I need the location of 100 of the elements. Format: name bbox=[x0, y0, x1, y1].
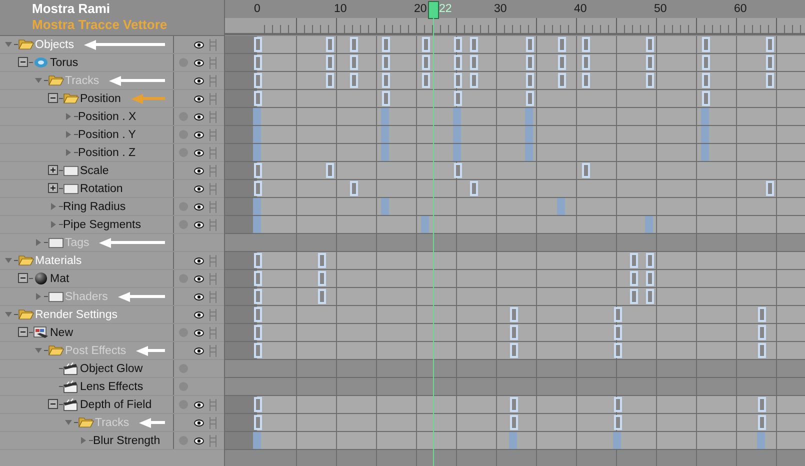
eye-icon[interactable] bbox=[194, 310, 204, 318]
keyframe-marker[interactable] bbox=[582, 37, 590, 52]
timeline-toggle-icon[interactable] bbox=[209, 398, 218, 410]
tree-item-label[interactable]: Position bbox=[80, 92, 121, 104]
keyframe-marker[interactable] bbox=[350, 55, 358, 70]
keyframe-marker[interactable] bbox=[614, 307, 622, 322]
keyframe-marker[interactable] bbox=[254, 343, 262, 358]
tree-row[interactable]: Ring Radius bbox=[0, 198, 224, 216]
timeline-toggle-icon[interactable] bbox=[209, 254, 218, 266]
expand-icon[interactable] bbox=[48, 165, 59, 176]
keyframe-marker[interactable] bbox=[254, 73, 262, 88]
keyframe-marker[interactable] bbox=[254, 55, 262, 70]
tree-item-label[interactable]: Scale bbox=[80, 164, 109, 176]
keyframe-marker[interactable] bbox=[558, 73, 566, 88]
tree-item-label[interactable]: Lens Effects bbox=[80, 380, 144, 392]
tree-item-label[interactable]: Depth of Field bbox=[80, 398, 152, 410]
tree-row[interactable]: Blur Strength bbox=[0, 432, 224, 450]
tree-row[interactable]: Lens Effects bbox=[0, 378, 224, 396]
timeline-toggle-icon[interactable] bbox=[209, 38, 218, 50]
tree-row[interactable]: Position . Z bbox=[0, 144, 224, 162]
tree-row[interactable]: Mat bbox=[0, 270, 224, 288]
keyframe-marker[interactable] bbox=[702, 73, 710, 88]
tree-row[interactable]: Position . Y bbox=[0, 126, 224, 144]
keyframe-marker[interactable] bbox=[758, 343, 766, 358]
keyframe-marker[interactable] bbox=[454, 91, 462, 106]
keyframe-marker[interactable] bbox=[510, 325, 518, 340]
timeline-toggle-icon[interactable] bbox=[209, 146, 218, 158]
tree-item-label[interactable]: Pipe Segments bbox=[63, 218, 141, 230]
collapse-icon[interactable] bbox=[18, 273, 29, 284]
keyframe-marker[interactable] bbox=[758, 397, 766, 412]
keyframe-marker[interactable] bbox=[510, 397, 518, 412]
keyframe-marker[interactable] bbox=[558, 55, 566, 70]
timeline-toggle-icon[interactable] bbox=[209, 272, 218, 284]
tree-item-label[interactable]: Ring Radius bbox=[63, 200, 126, 212]
eye-icon[interactable] bbox=[194, 400, 204, 408]
tree-item-label[interactable]: Position . Y bbox=[78, 128, 136, 140]
keyframe-marker[interactable] bbox=[510, 307, 518, 322]
keyframe-marker[interactable] bbox=[454, 73, 462, 88]
tree-item-label[interactable]: Object Glow bbox=[80, 362, 143, 374]
timeline-toggle-icon[interactable] bbox=[209, 344, 218, 356]
timeline-toggle-icon[interactable] bbox=[209, 218, 218, 230]
timeline-toggle-icon[interactable] bbox=[209, 200, 218, 212]
eye-icon[interactable] bbox=[194, 436, 204, 444]
tree-item-label[interactable]: Mat bbox=[50, 272, 70, 284]
keyframe-marker[interactable] bbox=[382, 73, 390, 88]
tree-item-label[interactable]: Position . X bbox=[78, 110, 136, 122]
keyframe-marker[interactable] bbox=[318, 289, 326, 304]
eye-icon[interactable] bbox=[194, 76, 204, 84]
timeline-toggle-icon[interactable] bbox=[209, 182, 218, 194]
keyframe-marker[interactable] bbox=[766, 37, 774, 52]
keyframe-marker[interactable] bbox=[254, 325, 262, 340]
keyframe-marker[interactable] bbox=[454, 37, 462, 52]
collapse-icon[interactable] bbox=[18, 327, 29, 338]
tree-item-label[interactable]: New bbox=[50, 326, 74, 338]
keyframe-marker[interactable] bbox=[702, 37, 710, 52]
keyframe-marker[interactable] bbox=[350, 73, 358, 88]
tree-item-label[interactable]: Torus bbox=[50, 56, 78, 68]
keyframe-marker[interactable] bbox=[526, 73, 534, 88]
timeline-toggle-icon[interactable] bbox=[209, 110, 218, 122]
keyframe-marker[interactable] bbox=[526, 55, 534, 70]
keyframe-marker[interactable] bbox=[326, 37, 334, 52]
keyframe-marker[interactable] bbox=[254, 163, 262, 178]
frame-ruler[interactable] bbox=[225, 18, 805, 35]
keyframe-marker[interactable] bbox=[382, 55, 390, 70]
eye-icon[interactable] bbox=[194, 256, 204, 264]
tree-row[interactable]: New bbox=[0, 324, 224, 342]
eye-icon[interactable] bbox=[194, 418, 204, 426]
keyframe-marker[interactable] bbox=[758, 415, 766, 430]
timeline-toggle-icon[interactable] bbox=[209, 434, 218, 446]
playhead-handle[interactable] bbox=[428, 1, 439, 19]
tree-item-label[interactable]: Position . Z bbox=[78, 146, 136, 158]
keyframe-marker[interactable] bbox=[702, 55, 710, 70]
eye-icon[interactable] bbox=[194, 346, 204, 354]
eye-icon[interactable] bbox=[194, 166, 204, 174]
tree-row[interactable]: Position . X bbox=[0, 108, 224, 126]
expand-icon[interactable] bbox=[48, 183, 59, 194]
keyframe-marker[interactable] bbox=[646, 271, 654, 286]
eye-icon[interactable] bbox=[194, 40, 204, 48]
keyframe-marker[interactable] bbox=[254, 91, 262, 106]
timeline-toggle-icon[interactable] bbox=[209, 92, 218, 104]
keyframe-marker[interactable] bbox=[254, 307, 262, 322]
keyframe-marker[interactable] bbox=[646, 37, 654, 52]
timeline-toggle-icon[interactable] bbox=[209, 290, 218, 302]
keyframe-marker[interactable] bbox=[614, 325, 622, 340]
keyframe-marker[interactable] bbox=[350, 181, 358, 196]
keyframe-marker[interactable] bbox=[646, 73, 654, 88]
timeline-toggle-icon[interactable] bbox=[209, 308, 218, 320]
keyframe-marker[interactable] bbox=[766, 181, 774, 196]
keyframe-marker[interactable] bbox=[758, 307, 766, 322]
keyframe-marker[interactable] bbox=[454, 55, 462, 70]
keyframe-marker[interactable] bbox=[766, 73, 774, 88]
eye-icon[interactable] bbox=[194, 220, 204, 228]
timeline-toggle-icon[interactable] bbox=[209, 128, 218, 140]
collapse-icon[interactable] bbox=[48, 93, 59, 104]
collapse-icon[interactable] bbox=[18, 57, 29, 68]
keyframe-marker[interactable] bbox=[614, 343, 622, 358]
tree-row[interactable]: Depth of Field bbox=[0, 396, 224, 414]
collapse-icon[interactable] bbox=[48, 399, 59, 410]
keyframe-marker[interactable] bbox=[558, 37, 566, 52]
keyframe-marker[interactable] bbox=[630, 271, 638, 286]
